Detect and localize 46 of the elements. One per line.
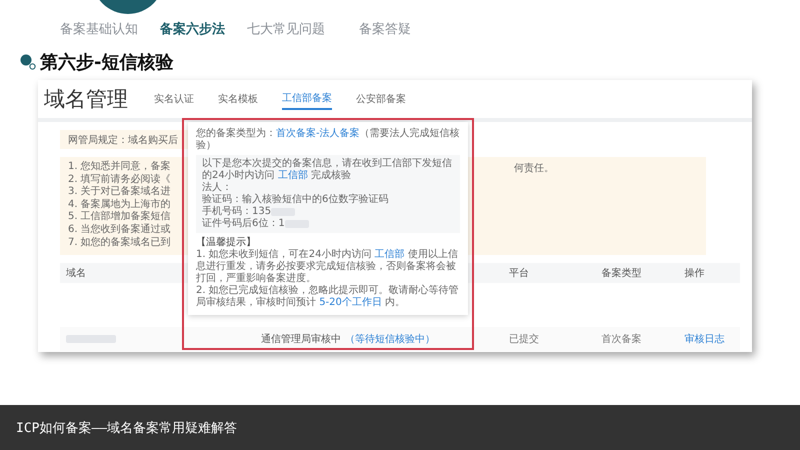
nav-tab[interactable]: 备案六步法 <box>160 20 225 38</box>
column-header: 操作 <box>684 267 706 280</box>
column-header: 平台 <box>508 266 530 280</box>
table-cell-text: 首次备案 <box>601 332 642 346</box>
instruction-line: 7. 如您的备案域名已到 <box>68 236 172 250</box>
instruction-line: 3. 关于对已备案域名进 <box>68 186 172 198</box>
bullet-dot-icon <box>20 54 36 70</box>
field-value: 1 <box>278 218 285 230</box>
tip-text: 1. 如您未收到短信，可在24小时内访问 工信部 使用以上信息进行重发，请务必按要求完成短信核验，否则备案将会被打回，严重影响备案进度。 <box>196 249 459 284</box>
nav-tab[interactable]: 七大常见问题 <box>247 20 325 38</box>
info-text: 以下是您本次提交的备案信息，请在收到工信部下发短信的24小时内访问 工信部 完成核验 <box>202 158 453 182</box>
audit-log-link[interactable]: 审核日志 <box>684 332 740 346</box>
table-cell-text: 通信管理局审核中 <box>261 332 342 346</box>
tip-link[interactable]: 工信部 <box>374 249 405 260</box>
section-heading: 第六步-短信核验 <box>40 51 174 74</box>
caption-text: ICP如何备案——域名备案常用疑难解答 <box>16 420 238 436</box>
field-label: 验证码： <box>202 194 242 206</box>
instruction-line: 2. 填写前请务必阅读《 <box>68 174 172 186</box>
status-link[interactable]: （等待短信核验中） <box>345 332 436 346</box>
miit-link[interactable]: 工信部 <box>278 170 308 181</box>
field-label: 法人： <box>202 182 232 194</box>
field-label: 手机号码： <box>202 206 252 218</box>
instruction-line: 4. 备案属地为上海市的 <box>68 198 172 210</box>
notice-text: 网管局规定：域名购买后 <box>68 134 178 146</box>
tip-link[interactable]: 5-20个工作日 <box>319 297 382 308</box>
instruction-line: 何责任。 <box>514 162 554 176</box>
tab[interactable]: 工信部备案 <box>282 88 332 110</box>
field-value: 输入核验短信中的6位数字验证码 <box>242 194 388 206</box>
tips-title: 【温馨提示】 <box>196 237 257 248</box>
tab[interactable]: 公安部备案 <box>356 89 406 109</box>
field-value: 135 <box>252 206 272 218</box>
tab[interactable]: 实名模板 <box>218 89 258 109</box>
instruction-line: 5. 工信部增加备案短信 <box>68 211 172 224</box>
instruction-line: 6. 当您收到备案通过或 <box>68 224 172 236</box>
instruction-line: 1. 您知悉并同意，备案 <box>68 161 172 174</box>
filing-type-link[interactable]: 首次备案-法人备案 <box>276 128 360 139</box>
page-title: 域名管理 <box>44 86 128 113</box>
nav-tab[interactable]: 备案基础认知 <box>60 20 138 38</box>
nav-tab[interactable]: 备案答疑 <box>359 20 411 38</box>
column-header: 域名 <box>65 266 87 280</box>
field-label: 证件号码后6位： <box>202 218 278 230</box>
filing-type-text: 您的备案类型为：首次备案-法人备案（需要法人完成短信核验） <box>196 128 460 152</box>
tab[interactable]: 实名认证 <box>154 89 194 109</box>
tip-text: 2. 如您已完成短信核验，忽略此提示即可。敬请耐心等待管局审核结果，审核时间预计 5-20个工作日 内。 <box>196 285 460 309</box>
column-header: 备案类型 <box>601 266 642 280</box>
table-cell-text: 已提交 <box>508 332 540 346</box>
